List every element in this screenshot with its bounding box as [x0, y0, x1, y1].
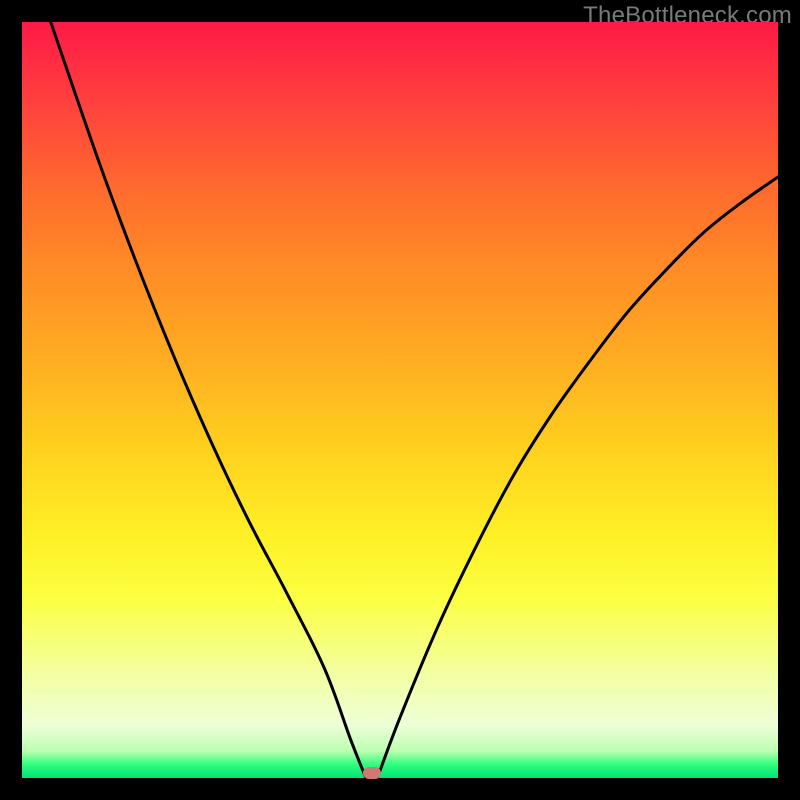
- bottleneck-curve: [22, 22, 778, 778]
- curve-left-branch: [51, 22, 366, 778]
- plot-area: [22, 22, 778, 778]
- curve-right-branch: [377, 177, 778, 778]
- optimum-marker: [363, 767, 381, 779]
- chart-container: TheBottleneck.com: [0, 0, 800, 800]
